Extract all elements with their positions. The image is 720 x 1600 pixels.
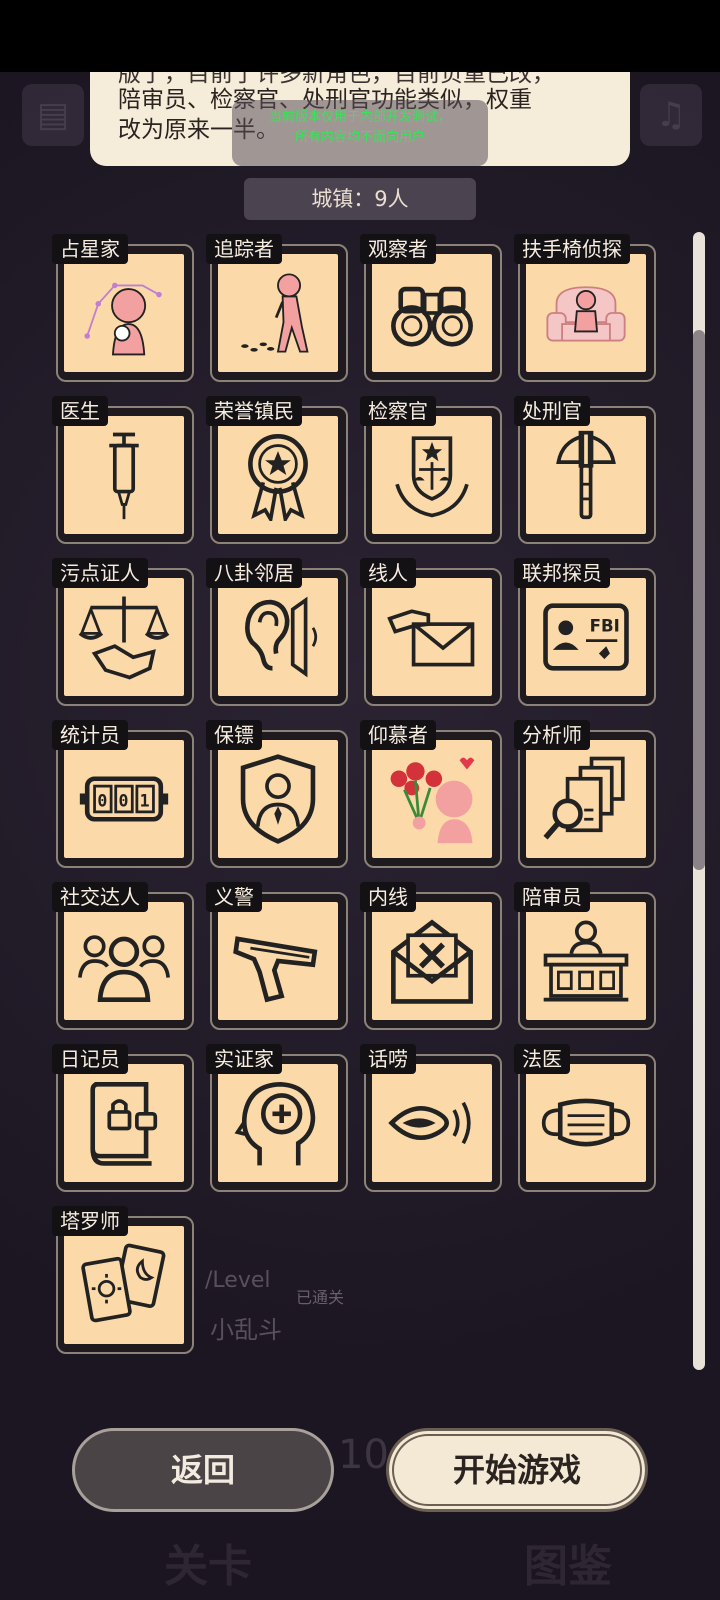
role-label: 话唠 [360,1044,416,1074]
ear-icon [245,596,318,678]
role-card-honorary-citizen[interactable]: 荣誉镇民 [206,396,348,544]
armchair-icon [546,286,626,342]
nav-levels[interactable]: 关卡 [164,1530,252,1594]
locked-diary-icon [90,1082,158,1166]
role-card-chatterbox[interactable]: 话唠 [360,1044,502,1192]
axe-icon [556,430,616,520]
svg-text:0: 0 [118,791,128,810]
syringe-icon [109,432,139,520]
svg-text:FBI: FBI [590,616,620,635]
role-label: 内线 [360,882,416,912]
role-label: 线人 [360,558,416,588]
role-label: 塔罗师 [52,1206,128,1236]
role-label: 分析师 [514,720,590,750]
role-card-analyst[interactable]: 分析师 [514,720,656,868]
watermark-line: 所有内容均不面向用户 [294,130,425,145]
status-bar [0,0,720,72]
pistol-icon [233,936,318,1003]
fbi-badge-icon: FBI [543,603,629,671]
role-label: 污点证人 [52,558,148,588]
music-icon: ♫ [640,84,702,146]
astrologer-icon [84,282,162,356]
tarot-cards-icon [81,1243,166,1323]
role-card-gossip-neighbor[interactable]: 八卦邻居 [206,558,348,706]
shield-person-icon [240,754,316,844]
role-label: 实证家 [206,1044,282,1074]
justice-emblem-icon [395,436,469,518]
role-label: 医生 [52,396,108,426]
role-label: 八卦邻居 [206,558,302,588]
role-card-astrologer[interactable]: 占星家 [52,234,194,382]
role-card-diarist[interactable]: 日记员 [52,1044,194,1192]
role-card-doctor[interactable]: 医生 [52,396,194,544]
role-card-tracker[interactable]: 追踪者 [206,234,348,382]
role-card-vigilante[interactable]: 义警 [206,882,348,1030]
role-card-socialite[interactable]: 社交达人 [52,882,194,1030]
role-card-juror[interactable]: 陪审员 [514,882,656,1030]
role-label: 处刑官 [514,396,590,426]
role-label: 义警 [206,882,262,912]
role-label: 仰慕者 [360,720,436,750]
role-card-admirer[interactable]: 仰慕者 [360,720,502,868]
jury-box-icon [543,920,629,1002]
watermark-line: 当前版本仅用于内部开发测试， [268,110,451,125]
face-mask-icon [541,1098,631,1147]
mail-x-icon [391,919,473,1004]
town-count-header: 城镇：9人 [244,178,476,220]
role-label: 统计员 [52,720,128,750]
bottom-navigation [0,1520,720,1600]
role-card-insider[interactable]: 内线 [360,882,502,1030]
role-label: 追踪者 [206,234,282,264]
role-card-informant[interactable]: 线人 [360,558,502,706]
role-card-coroner[interactable]: 法医 [514,1044,656,1192]
role-label: 日记员 [52,1044,128,1074]
role-label: 扶手椅侦探 [514,234,630,264]
level-text: /Level [205,1268,271,1293]
role-label: 陪审员 [514,882,590,912]
talking-mouth-icon [388,1101,471,1145]
tracker-icon [241,273,309,353]
roses-icon [390,757,475,844]
scrollbar-thumb[interactable] [693,330,705,870]
role-label: 保镖 [206,720,262,750]
role-card-armchair-detective[interactable]: 扶手椅侦探 [514,234,656,382]
notes-icon: ▤ [22,84,84,146]
role-card-empiricist[interactable]: 实证家 [206,1044,348,1192]
svg-text:1: 1 [140,791,150,810]
role-card-tainted-witness[interactable]: 污点证人 [52,558,194,706]
role-card-tarot-reader[interactable]: 塔罗师 [52,1206,194,1354]
svg-text:0: 0 [97,791,107,810]
head-plus-icon [234,1082,316,1166]
scales-handshake-icon [78,596,170,680]
back-button[interactable]: 返回 [72,1428,334,1512]
level-number: 10 [338,1432,389,1478]
role-label: 联邦探员 [514,558,610,588]
role-label: 占星家 [52,234,128,264]
role-label: 社交达人 [52,882,148,912]
start-game-button[interactable]: 开始游戏 [386,1428,648,1512]
role-card-prosecutor[interactable]: 检察官 [360,396,502,544]
role-card-observer[interactable]: 观察者 [360,234,502,382]
dev-watermark: 当前版本仅用于内部开发测试， 所有内容均不面向用户 [232,100,488,166]
counter-icon: 0 0 1 [79,776,169,822]
binoculars-icon [391,286,473,347]
role-label: 观察者 [360,234,436,264]
role-label: 荣誉镇民 [206,396,302,426]
medal-icon [248,434,308,521]
crowd-icon [78,935,170,1002]
nav-gallery[interactable]: 图鉴 [524,1530,612,1594]
role-label: 法医 [514,1044,570,1074]
passed-stamp: 已通关 [296,1288,345,1307]
documents-magnifier-icon [543,756,625,840]
role-label: 检察官 [360,396,436,426]
role-card-bodyguard[interactable]: 保镖 [206,720,348,868]
role-card-federal-agent[interactable]: FBI 联邦探员 [514,558,656,706]
mode-text: 小乱斗 [210,1316,282,1344]
envelope-hand-icon [387,609,475,667]
role-card-statistician[interactable]: 0 0 1 统计员 [52,720,194,868]
role-card-executioner[interactable]: 处刑官 [514,396,656,544]
